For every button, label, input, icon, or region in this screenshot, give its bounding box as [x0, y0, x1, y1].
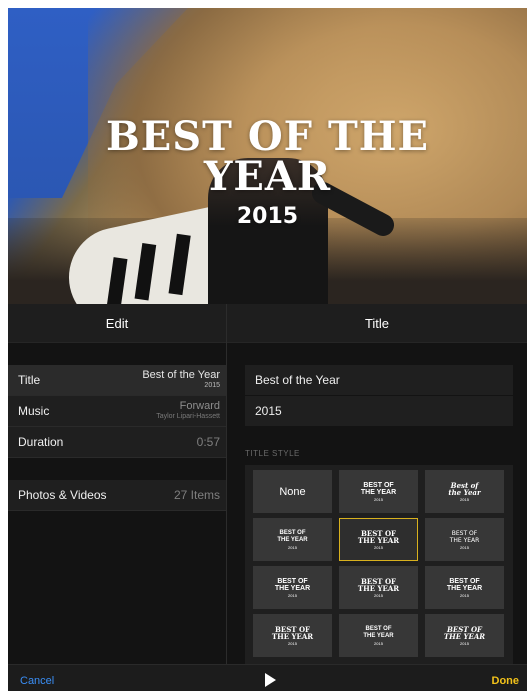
tile-line2: THE YEAR — [363, 632, 394, 639]
edit-header-label: Edit — [105, 315, 129, 331]
tile-line1: BEST OF — [279, 529, 306, 536]
tile-line1: BEST OF — [449, 577, 480, 585]
tile-line2: THE YEAR — [277, 536, 308, 543]
title-header: Title — [227, 304, 527, 343]
tile-year: 2015 — [460, 544, 469, 550]
tile-line1: BEST OF — [277, 577, 308, 585]
edit-header: Edit — [8, 304, 226, 343]
tile-line2: THE YEAR — [274, 584, 311, 592]
title-line1-field[interactable]: Best of the Year — [245, 365, 513, 395]
play-icon[interactable] — [265, 673, 276, 687]
tile-year: 2015 — [460, 640, 469, 646]
tile-line2: the Year — [448, 487, 481, 497]
settings-row-photos-label: Photos & Videos — [18, 488, 107, 502]
settings-list: Title Best of the Year 2015 Music Forwar… — [8, 343, 226, 664]
title-style-tile-selected[interactable]: BEST OF THE YEAR 2015 — [339, 518, 418, 561]
title-header-label: Title — [364, 315, 390, 331]
tile-year: 2015 — [460, 592, 469, 598]
tile-year: 2015 — [374, 496, 383, 502]
settings-row-music-label: Music — [18, 404, 50, 418]
tile-line2: THE YEAR — [446, 584, 483, 592]
tile-line1: BEST OF — [365, 625, 392, 632]
title-style-grid: None BEST OF THE YEAR 2015 Best of the Y… — [245, 465, 513, 665]
settings-row-duration-label: Duration — [18, 435, 64, 449]
settings-row-title-value: Best of the Year — [142, 369, 220, 381]
tile-line2: THE YEAR — [357, 535, 400, 545]
tile-year: 2015 — [374, 640, 383, 646]
tile-line2: THE YEAR — [449, 536, 480, 544]
settings-row-duration[interactable]: Duration 0:57 — [8, 427, 226, 458]
settings-row-title[interactable]: Title Best of the Year 2015 — [8, 365, 226, 396]
tile-year: 2015 — [288, 640, 297, 646]
hero-year: 2015 — [236, 204, 299, 229]
tile-year: 2015 — [374, 592, 383, 598]
hero-title-line1: BEST OF THE — [105, 113, 430, 160]
tile-year: 2015 — [288, 544, 297, 550]
settings-row-title-year: 2015 — [204, 382, 220, 389]
title-style-label: TITLE STYLE — [245, 449, 300, 458]
tile-line2: THE YEAR — [360, 488, 397, 496]
settings-row-duration-value: 0:57 — [196, 435, 220, 449]
tile-line1: BEST OF — [451, 529, 478, 537]
title-style-none-label: None — [279, 485, 306, 498]
title-preview: BEST OF THE YEAR 2015 — [8, 8, 527, 304]
tile-year: 2015 — [374, 544, 383, 550]
settings-row-music-value: Forward — [179, 400, 220, 412]
tile-line2: THE YEAR — [271, 631, 314, 641]
title-line2-field[interactable]: 2015 — [245, 396, 513, 426]
title-style-tile[interactable]: Best of the Year 2015 — [425, 470, 504, 513]
tile-year: 2015 — [288, 592, 297, 598]
tile-line2: THE YEAR — [443, 631, 486, 641]
settings-row-photos-value: 27 Items — [173, 488, 220, 502]
title-style-tile[interactable]: BEST OF THE YEAR 2015 — [425, 614, 504, 657]
bottom-toolbar: Cancel Done — [8, 664, 527, 691]
title-style-tile[interactable]: BEST OF THE YEAR 2015 — [253, 566, 332, 609]
tile-line2: THE YEAR — [357, 583, 400, 593]
done-button[interactable]: Done — [492, 675, 520, 687]
title-style-tile[interactable]: BEST OF THE YEAR 2015 — [425, 518, 504, 561]
settings-row-music-artist: Taylor Lipari-Hassett — [156, 413, 220, 420]
tile-line1: BEST OF — [363, 481, 394, 489]
title-style-tile[interactable]: BEST OF THE YEAR 2015 — [339, 470, 418, 513]
title-style-none[interactable]: None — [253, 470, 332, 513]
cancel-button[interactable]: Cancel — [20, 675, 54, 687]
imovie-theme-editor: BEST OF THE YEAR 2015 Edit Title Title B… — [8, 8, 527, 691]
title-style-tile[interactable]: BEST OF THE YEAR 2015 — [339, 566, 418, 609]
settings-row-music[interactable]: Music Forward Taylor Lipari-Hassett — [8, 396, 226, 427]
title-settings-pane: Best of the Year 2015 TITLE STYLE None B… — [227, 343, 527, 665]
title-style-tile[interactable]: BEST OF THE YEAR 2015 — [425, 566, 504, 609]
title-style-tile[interactable]: BEST OF THE YEAR 2015 — [339, 614, 418, 657]
title-style-tile[interactable]: BEST OF THE YEAR 2015 — [253, 518, 332, 561]
settings-row-photos[interactable]: Photos & Videos 27 Items — [8, 480, 226, 511]
settings-row-title-label: Title — [18, 373, 41, 387]
title-style-tile[interactable]: BEST OF THE YEAR 2015 — [253, 614, 332, 657]
hero-title-line2: YEAR — [203, 153, 332, 200]
tile-year: 2015 — [460, 496, 469, 502]
